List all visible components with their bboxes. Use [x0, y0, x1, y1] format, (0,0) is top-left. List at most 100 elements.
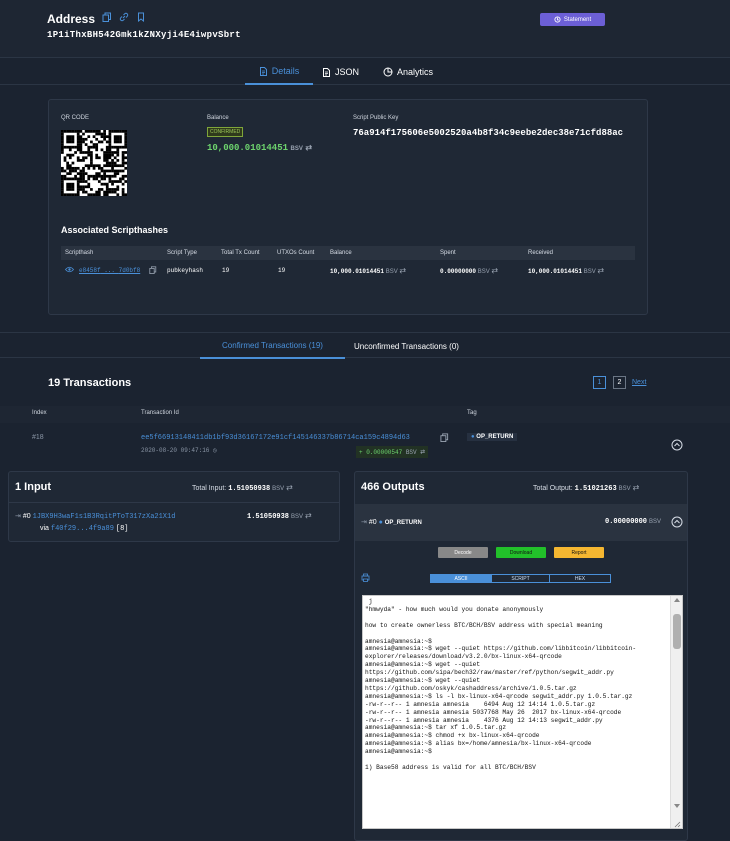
address-actions: [102, 12, 146, 22]
report-button[interactable]: Report: [554, 547, 604, 558]
input-amount: 1.51050938 BSV ⇄: [247, 511, 312, 521]
table-header: Scripthash Script Type Total Tx Count UT…: [61, 246, 635, 260]
page-2-button[interactable]: 2: [613, 376, 626, 389]
input-address-link[interactable]: 1JBX9H3waF1s1B3RqitPToT317zXa21X1d: [33, 513, 176, 521]
tab-details[interactable]: Details: [245, 59, 313, 85]
tx-amount-value: + 0.00000547: [359, 449, 403, 456]
scroll-down-arrow[interactable]: [674, 804, 680, 808]
input-item: ⇥ #0 1JBX9H3waF1s1B3RqitPToT317zXa21X1d: [15, 512, 175, 521]
output-tag: OP_RETURN: [384, 520, 422, 526]
scripthash-link[interactable]: e8458f ... 7d0bf8: [79, 267, 140, 274]
tx-amount: + 0.00000547 BSV ⇄: [356, 446, 429, 458]
spk-value: 76a914f175606e5002520a4b8f34c9eebe2dec38…: [353, 128, 624, 138]
balance-label: Balance: [207, 115, 229, 121]
unit-label: BSV: [385, 269, 398, 275]
address-details-card: QR CODE Balance CONFIRMED 10,000.0101445…: [48, 99, 648, 315]
outputs-title: 466 Outputs: [361, 481, 425, 493]
scripthash-table: Scripthash Script Type Total Tx Count UT…: [61, 246, 635, 280]
statement-label: Statement: [563, 16, 592, 23]
tx-date-value: 2020-08-20 09:47:16: [141, 447, 210, 454]
total-output-label: Total Output:: [533, 485, 573, 492]
swap-icon[interactable]: ⇄: [305, 143, 312, 152]
swap-icon[interactable]: ⇄: [597, 266, 604, 275]
script-type-value: pubkeyhash: [167, 267, 204, 274]
tab-json[interactable]: JSON: [322, 59, 359, 85]
swap-icon[interactable]: ⇄: [286, 483, 293, 492]
terminal-line: 1) Base58 address is valid for all BTC/B…: [365, 763, 536, 771]
scripthash-start: e8458f: [79, 267, 101, 274]
next-page-link[interactable]: Next: [632, 379, 646, 386]
input-via: via f40f29...4f9a89 [8]: [40, 525, 129, 533]
swap-icon[interactable]: ⇄: [305, 511, 312, 520]
chevron-up-icon[interactable]: [671, 516, 683, 528]
page-1-button[interactable]: 1: [593, 376, 606, 389]
scripthash-end: 7d0bf8: [118, 267, 141, 274]
swap-icon[interactable]: ⇄: [420, 448, 425, 457]
tab-analytics[interactable]: Analytics: [383, 59, 433, 85]
unit-label: BSV: [477, 269, 490, 275]
tab-unconfirmed[interactable]: Unconfirmed Transactions (0): [354, 333, 459, 359]
row-received: 10,000.01014451 BSV ⇄: [528, 266, 604, 275]
row-balance-value: 10,000.01014451: [330, 268, 385, 275]
swap-icon[interactable]: ⇄: [399, 266, 406, 275]
ascii-toggle[interactable]: ASCII: [430, 574, 492, 583]
view-tabs: Details JSON Analytics: [0, 59, 730, 85]
terminal-line: -rw-r--r-- 1 amnesia amnesia 6494 Aug 12…: [365, 700, 596, 708]
terminal-line: amnesia@amnesia:~$ chmod +x bx-linux-x64…: [365, 732, 540, 740]
row-balance: 10,000.01014451 BSV ⇄: [330, 266, 406, 275]
link-icon[interactable]: [119, 12, 129, 22]
row-received-value: 10,000.01014451: [528, 268, 583, 275]
terminal-line: amnesia@amnesia:~$: [365, 637, 432, 645]
copy-icon[interactable]: [149, 266, 157, 274]
terminal-line: https://github.com/sipa/bech32/raw/maste…: [365, 669, 614, 677]
qr-code-image: [61, 130, 127, 196]
clock-icon: ◷: [213, 447, 217, 454]
script-toggle[interactable]: SCRIPT: [491, 574, 550, 583]
decoded-output-textarea[interactable]: j "hmwyda" - how much would you donate an…: [362, 595, 683, 829]
inputs-panel: 1 Input Total Input: 1.51050938 BSV ⇄ ⇥ …: [8, 471, 340, 542]
balance-unit: BSV: [290, 146, 303, 152]
transactions-table-header: Index Transaction Id Tag: [0, 406, 730, 423]
row-spent-value: 0.00000000: [440, 268, 477, 275]
hex-toggle[interactable]: HEX: [549, 574, 611, 583]
resize-grip-icon[interactable]: [673, 820, 681, 828]
printer-icon[interactable]: [361, 573, 370, 582]
tab-confirmed[interactable]: Confirmed Transactions (19): [200, 333, 345, 359]
terminal-line: amnesia@amnesia:~$ wget --quiet https://…: [365, 645, 637, 653]
output-arrow-icon: ⇥: [361, 519, 367, 526]
swap-icon[interactable]: ⇄: [633, 483, 640, 492]
terminal-line: amnesia@amnesia:~$ alias bx=/home/amnesi…: [365, 740, 592, 748]
tab-analytics-label: Analytics: [397, 67, 434, 77]
swap-icon[interactable]: ⇄: [491, 266, 498, 275]
scrollbar[interactable]: [670, 596, 682, 828]
tx-date: 2020-08-20 09:47:16 ◷: [141, 447, 217, 454]
scrollbar-thumb[interactable]: [673, 614, 681, 649]
terminal-line: amnesia@amnesia:~$ ls -l bx-linux-x64-qr…: [365, 692, 633, 700]
copy-icon[interactable]: [440, 433, 449, 442]
col-total-tx: Total Tx Count: [221, 250, 260, 256]
via-tx-link[interactable]: f40f29...4f9a89: [51, 525, 114, 533]
scroll-up-arrow[interactable]: [674, 598, 680, 602]
input-index: #0: [22, 513, 31, 520]
terminal-line: amnesia@amnesia:~$ wget --quiet: [365, 661, 481, 669]
total-tx-value: 19: [222, 267, 230, 274]
address-header: Address 1P1iThxBH542Gmk1kZNXyji4E4iwpvSb…: [0, 0, 730, 58]
total-output: Total Output: 1.51021263 BSV ⇄: [533, 483, 639, 493]
download-button[interactable]: Download: [496, 547, 546, 558]
unit-label: BSV: [583, 269, 596, 275]
statement-button[interactable]: Statement: [540, 13, 605, 26]
decode-button[interactable]: Decode: [438, 547, 488, 558]
statement-icon: [554, 16, 561, 23]
col-utxos: UTXOs Count: [277, 250, 315, 256]
utxos-value: 19: [278, 267, 286, 274]
chevron-up-icon[interactable]: [671, 439, 683, 451]
col-balance: Balance: [330, 250, 352, 256]
tx-tag-badge: ● OP_RETURN: [467, 433, 518, 441]
bookmark-icon[interactable]: [136, 12, 146, 22]
txid-link[interactable]: ee5f66913148411db1bf93d36167172e91cf1451…: [141, 434, 410, 442]
copy-icon[interactable]: [102, 12, 112, 22]
eye-icon[interactable]: [64, 266, 75, 275]
terminal-line: how to create ownerless BTC/BCH/BSV addr…: [365, 621, 603, 629]
col-txid: Transaction Id: [141, 410, 179, 416]
